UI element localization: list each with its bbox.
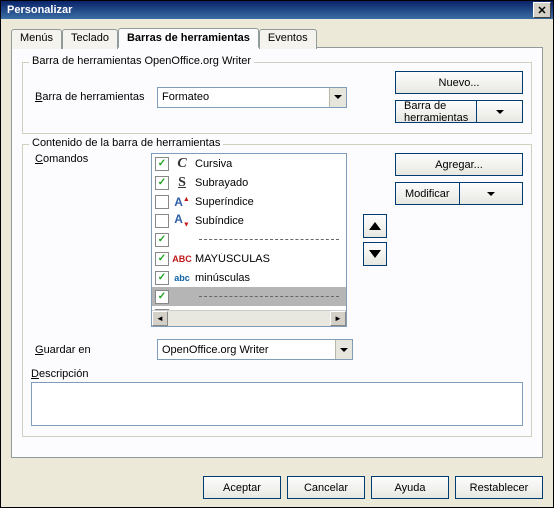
add-button[interactable]: Agregar... xyxy=(395,153,523,176)
tab-eventos[interactable]: Eventos xyxy=(259,29,317,49)
separator-icon xyxy=(199,239,339,240)
superscript-icon: A▲ xyxy=(173,195,191,209)
list-item[interactable]: ✓ C Cursiva xyxy=(152,154,346,173)
toolbar-label: Barra de herramientas xyxy=(31,91,151,103)
toolbar-select-value: Formateo xyxy=(158,91,329,103)
commands-listbox[interactable]: ✓ C Cursiva ✓ S Subrayado A xyxy=(151,153,347,327)
commands-list: ✓ C Cursiva ✓ S Subrayado A xyxy=(152,154,346,310)
dropdown-icon xyxy=(335,340,352,359)
tab-teclado[interactable]: Teclado xyxy=(62,29,118,49)
help-button[interactable]: Ayuda xyxy=(371,476,449,499)
description-box xyxy=(31,382,523,426)
chevron-down-icon xyxy=(460,182,524,205)
content-group-legend: Contenido de la barra de herramientas xyxy=(29,137,223,149)
underline-icon: S xyxy=(173,175,191,191)
description-label: Descripción xyxy=(31,368,523,380)
checkbox[interactable] xyxy=(155,214,169,228)
save-in-value: OpenOffice.org Writer xyxy=(158,344,335,356)
arrow-up-icon xyxy=(369,222,381,230)
tab-barras[interactable]: Barras de herramientas xyxy=(118,28,259,48)
close-icon: ✕ xyxy=(537,4,546,17)
scroll-right-icon[interactable]: ► xyxy=(330,311,346,326)
horizontal-scrollbar[interactable]: ◄ ► xyxy=(152,310,346,326)
list-item-separator[interactable]: ✓ xyxy=(152,230,346,249)
move-down-button[interactable] xyxy=(363,242,387,266)
toolbar-menu-button[interactable]: Barra de herramientas xyxy=(395,100,523,123)
list-item[interactable]: ✓ abc minúsculas xyxy=(152,268,346,287)
arrow-down-icon xyxy=(369,250,381,258)
checkbox[interactable]: ✓ xyxy=(155,233,169,247)
content-area: Menús Teclado Barras de herramientas Eve… xyxy=(1,19,553,468)
scroll-left-icon[interactable]: ◄ xyxy=(152,311,168,326)
tab-strip: Menús Teclado Barras de herramientas Eve… xyxy=(11,27,543,47)
lowercase-icon: abc xyxy=(173,273,191,283)
list-item[interactable]: ✓ ABC MAYÚSCULAS xyxy=(152,249,346,268)
separator-icon xyxy=(199,296,339,297)
cancel-button[interactable]: Cancelar xyxy=(287,476,365,499)
close-button[interactable]: ✕ xyxy=(533,2,551,18)
italic-icon: C xyxy=(173,156,191,172)
dialog-window: Personalizar ✕ Menús Teclado Barras de h… xyxy=(0,0,554,508)
toolbar-group: Barra de herramientas OpenOffice.org Wri… xyxy=(22,62,532,134)
chevron-down-icon xyxy=(477,100,523,123)
modify-button[interactable]: Modificar xyxy=(395,182,523,205)
titlebar: Personalizar ✕ xyxy=(1,1,553,19)
checkbox[interactable]: ✓ xyxy=(155,271,169,285)
checkbox[interactable]: ✓ xyxy=(155,176,169,190)
reset-button[interactable]: Restablecer xyxy=(455,476,543,499)
checkbox[interactable]: ✓ xyxy=(155,252,169,266)
subscript-icon: A▼ xyxy=(173,212,191,228)
move-up-button[interactable] xyxy=(363,214,387,238)
window-title: Personalizar xyxy=(7,4,533,16)
new-button[interactable]: Nuevo... xyxy=(395,71,523,94)
tab-menus[interactable]: Menús xyxy=(11,29,62,49)
content-group: Contenido de la barra de herramientas Co… xyxy=(22,144,532,437)
toolbar-select[interactable]: Formateo xyxy=(157,87,347,108)
uppercase-icon: ABC xyxy=(173,254,191,264)
list-item[interactable]: A▼ Subíndice xyxy=(152,211,346,230)
dialog-buttons: Aceptar Cancelar Ayuda Restablecer xyxy=(1,468,553,507)
tab-panel: Barra de herramientas OpenOffice.org Wri… xyxy=(11,47,543,458)
save-in-label: Guardar en xyxy=(31,344,151,356)
checkbox[interactable]: ✓ xyxy=(155,157,169,171)
ok-button[interactable]: Aceptar xyxy=(203,476,281,499)
commands-label: Comandos xyxy=(31,153,151,165)
list-item-separator[interactable]: ✓ xyxy=(152,287,346,306)
dropdown-icon xyxy=(329,88,346,107)
save-in-select[interactable]: OpenOffice.org Writer xyxy=(157,339,353,360)
list-item[interactable]: ✓ S Subrayado xyxy=(152,173,346,192)
checkbox[interactable]: ✓ xyxy=(155,290,169,304)
toolbar-group-legend: Barra de herramientas OpenOffice.org Wri… xyxy=(29,55,254,67)
checkbox[interactable] xyxy=(155,195,169,209)
list-item[interactable]: A▲ Superíndice xyxy=(152,192,346,211)
